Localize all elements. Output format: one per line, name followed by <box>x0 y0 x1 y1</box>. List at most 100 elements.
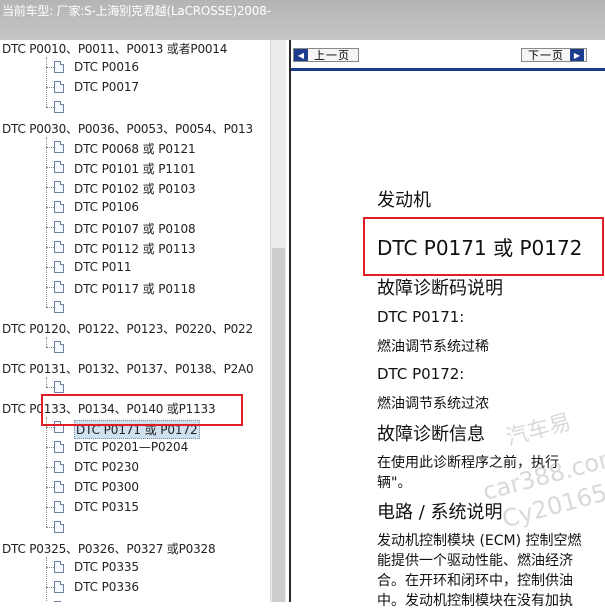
tree-connector-line <box>46 487 54 488</box>
document-icon <box>54 161 64 173</box>
document-icon <box>54 301 64 313</box>
tree-connector-line <box>46 247 54 248</box>
tree-group-item[interactable]: DTC P0010、P0011、P0013 或者P0014 <box>0 40 270 57</box>
tree-group-item[interactable]: DTC P0120、P0122、P0123、P0220、P022 <box>0 317 270 337</box>
tree-leaf-label: DTC P0112 或 P0113 <box>74 242 196 256</box>
circuit-text-1: 发动机控制模块 (ECM) 控制空燃 <box>377 533 582 549</box>
watermark-text-1: 汽车易 <box>503 409 574 452</box>
tree-connector-line <box>46 427 54 428</box>
next-page-button[interactable]: 下一页 ▶ <box>521 48 587 62</box>
tree-leaf-label: DTC P0068 或 P0121 <box>74 142 196 156</box>
document-icon <box>54 241 64 253</box>
circuit-text-3: 合。在开环和闭环中，控制供油 <box>377 573 573 589</box>
document-icon <box>54 561 64 573</box>
dtc1-label: DTC P0171: <box>377 308 465 326</box>
tree-leaf-item[interactable]: DTC P0336 <box>0 577 270 597</box>
tree-leaf-item[interactable]: DTC P0016 <box>0 57 270 77</box>
tree-view[interactable]: DTC P0010、P0011、P0013 或者P0014 DTC P0016 DT… <box>0 40 270 602</box>
tree-connector-line <box>46 557 47 602</box>
title-bar: 当前车型: 厂家:S-上海别克君越(LaCROSSE)2008- <box>0 0 605 40</box>
document-icon <box>54 261 64 273</box>
tree-group-label: DTC P0120、P0122、P0123、P0220、P022 <box>2 322 253 336</box>
tree-connector-line <box>46 507 54 508</box>
tree-connector-line <box>46 87 54 88</box>
document-icon <box>54 101 64 113</box>
tree-leaf-item[interactable]: DTC P0230 <box>0 457 270 477</box>
dtc1-desc: 燃油调节系统过稀 <box>377 339 489 355</box>
prev-page-label: 上一页 <box>314 49 350 62</box>
document-icon <box>54 61 64 73</box>
document-icon <box>54 201 64 213</box>
section-heading: 发动机 <box>377 190 431 211</box>
tree-group-item[interactable]: DTC P0325、P0326、P0327 或P0328 <box>0 537 270 557</box>
tree-group-item[interactable]: DTC P0131、P0132、P0137、P0138、P2A0 <box>0 357 270 377</box>
dtc2-label: DTC P0172: <box>377 365 465 383</box>
tree-leaf-item[interactable]: DTC P0117 或 P0118 <box>0 277 270 297</box>
tree-leaf-item[interactable]: DTC P0315 <box>0 497 270 517</box>
tree-connector-line <box>46 467 54 468</box>
desc-heading: 故障诊断码说明 <box>377 278 503 299</box>
tree-leaf-item[interactable]: DTC P0102 或 P0103 <box>0 177 270 197</box>
tree-leaf-label: DTC P0335 <box>74 560 139 574</box>
tree-leaf-label: DTC P0315 <box>74 500 139 514</box>
tree-leaf-label: DTC P0107 或 P0108 <box>74 222 196 236</box>
tree-connector-line <box>46 107 54 108</box>
document-icon <box>54 501 64 513</box>
tree-connector-line <box>46 447 54 448</box>
tree-group-item[interactable]: DTC P0030、P0036、P0053、P0054、P013 <box>0 117 270 137</box>
tree-connector-line <box>46 417 47 527</box>
tree-connector-line <box>46 147 54 148</box>
scrollbar-thumb[interactable] <box>272 248 285 602</box>
tree-leaf-item[interactable]: DTC P0107 或 P0108 <box>0 217 270 237</box>
tree-leaf-item[interactable]: DTC P0106 <box>0 197 270 217</box>
tree-leaf-item[interactable] <box>0 597 270 602</box>
document-icon <box>54 581 64 593</box>
nav-toolbar: ◀ 上一页 下一页 ▶ <box>291 40 605 71</box>
tree-leaf-label: DTC P0106 <box>74 200 139 214</box>
tree-connector-line <box>46 567 54 568</box>
document-icon <box>54 461 64 473</box>
tree-connector-line <box>46 207 54 208</box>
tree-leaf-label: DTC P0230 <box>74 460 139 474</box>
tree-leaf-item[interactable]: DTC P0017 <box>0 77 270 97</box>
tree-leaf-item[interactable] <box>0 97 270 117</box>
tree-leaf-item[interactable]: DTC P0201—P0204 <box>0 437 270 457</box>
tree-leaf-item[interactable] <box>0 297 270 317</box>
tree-leaf-item[interactable]: DTC P0300 <box>0 477 270 497</box>
tree-leaf-item[interactable]: DTC P0068 或 P0121 <box>0 137 270 157</box>
tree-connector-line <box>46 187 54 188</box>
tree-leaf-label: DTC P0101 或 P1101 <box>74 162 196 176</box>
tree-leaf-item[interactable]: DTC P0112 或 P0113 <box>0 237 270 257</box>
document-panel: ◀ 上一页 下一页 ▶ 发动机 DTC P0171 或 P0172 故障诊断码说… <box>289 40 605 609</box>
window-title: 当前车型: 厂家:S-上海别克君越(LaCROSSE)2008- <box>2 4 271 18</box>
circuit-heading: 电路 / 系统说明 <box>377 502 503 523</box>
circuit-text-2: 能提供一个驱动性能、燃油经济 <box>377 553 573 569</box>
tree-leaf-item[interactable]: DTC P011 <box>0 257 270 277</box>
document-icon <box>54 181 64 193</box>
document-icon <box>54 141 64 153</box>
tree-leaf-item[interactable]: DTC P0335 <box>0 557 270 577</box>
document-icon <box>54 81 64 93</box>
tree-scrollbar[interactable] <box>270 40 286 602</box>
tree-leaf-label: DTC P0017 <box>74 80 139 94</box>
info-heading: 故障诊断信息 <box>377 424 485 445</box>
tree-leaf-label: DTC P0336 <box>74 580 139 594</box>
dtc2-desc: 燃油调节系统过浓 <box>377 396 489 412</box>
document-icon <box>54 481 64 493</box>
circuit-text-4: 中。发动机控制模块在没有加执 <box>377 593 573 609</box>
tree-connector-line <box>46 167 54 168</box>
tree-connector-line <box>46 67 54 68</box>
tree-leaf-label: DTC P0300 <box>74 480 139 494</box>
document-icon <box>54 221 64 233</box>
tree-leaf-item[interactable]: DTC P0101 或 P1101 <box>0 157 270 177</box>
tree-leaf-item[interactable] <box>0 337 270 357</box>
tree-panel: DTC P0010、P0011、P0013 或者P0014 DTC P0016 DT… <box>0 40 286 602</box>
tree-connector-line <box>46 267 54 268</box>
tree-group-label: DTC P0030、P0036、P0053、P0054、P013 <box>2 122 253 136</box>
document-icon <box>54 381 64 393</box>
tree-leaf-item[interactable] <box>0 517 270 537</box>
tree-connector-line <box>46 387 54 388</box>
prev-page-button[interactable]: ◀ 上一页 <box>293 48 359 62</box>
left-arrow-icon: ◀ <box>294 49 308 61</box>
document-icon <box>54 521 64 533</box>
